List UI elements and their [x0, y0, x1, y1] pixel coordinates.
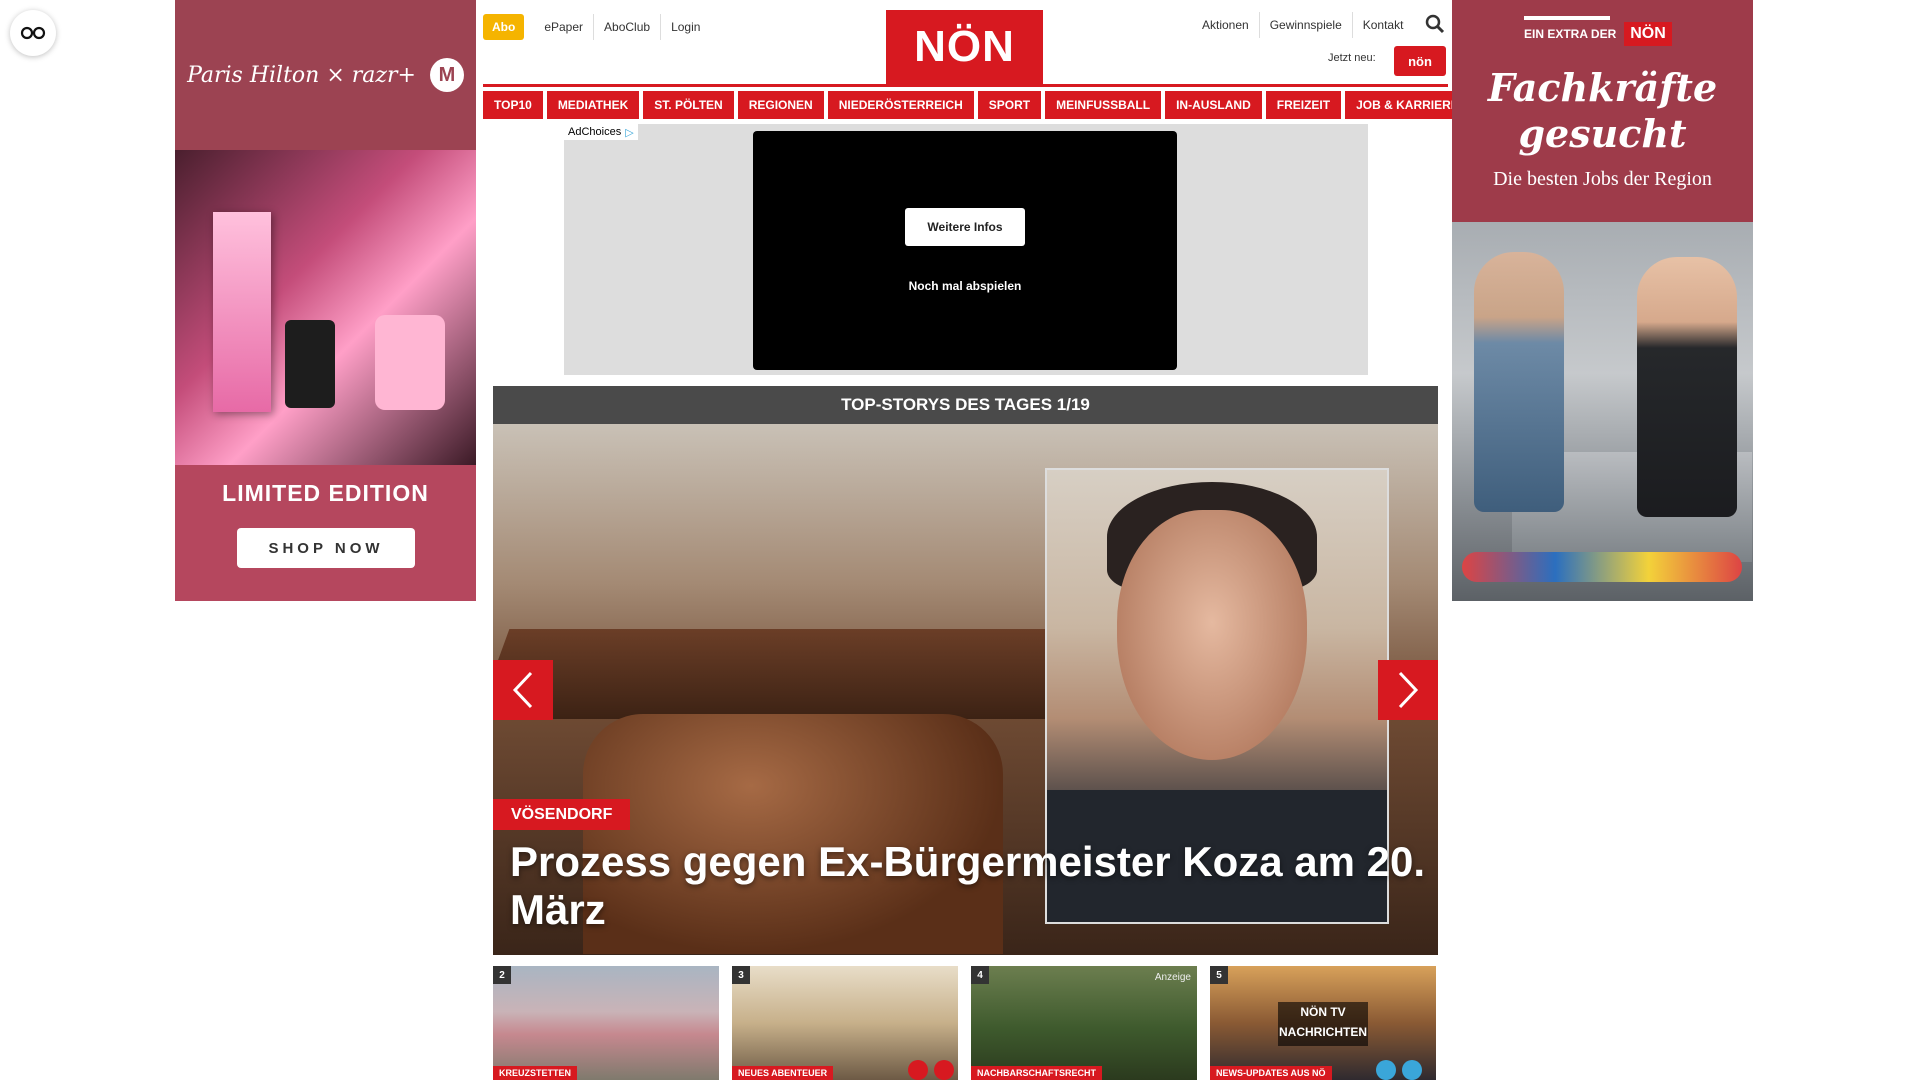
nav-item-mediathek[interactable]: MEDIATHEK: [546, 91, 640, 119]
nav-item-meinfussball[interactable]: MEINFUSSBALL: [1045, 91, 1162, 119]
top-utility-nav-left: Abo ePaper AboClub Login: [483, 14, 710, 40]
chevron-right-icon: [1398, 671, 1419, 709]
motorola-logo: M: [429, 58, 464, 92]
video-play-icon: [1402, 1060, 1422, 1080]
story-tag: NEWS-UPDATES AUS NÖ: [1210, 1066, 1332, 1080]
search-icon[interactable]: [1425, 14, 1447, 36]
video-play-icon: [934, 1060, 954, 1080]
story-thumb-4[interactable]: 4 Anzeige NACHBARSCHAFTSRECHT: [971, 966, 1197, 1080]
more-info-button[interactable]: Weitere Infos: [905, 208, 1025, 246]
nav-item-in-ausland[interactable]: IN-AUSLAND: [1165, 91, 1262, 119]
adchoices-icon: ▷: [625, 126, 634, 139]
replay-button[interactable]: Noch mal abspielen: [753, 279, 1177, 293]
story-thumb-5[interactable]: 5 NÖN TV NACHRICHTEN NEWS-UPDATES AUS NÖ: [1210, 966, 1436, 1080]
nav-item-top10[interactable]: TOP10: [483, 91, 543, 119]
noen-tv-overlay: NÖN TV NACHRICHTEN: [1278, 1002, 1368, 1046]
nav-item-regionen[interactable]: REGIONEN: [737, 91, 824, 119]
ad-headline: LIMITED EDITION: [222, 480, 429, 506]
privacy-settings-button[interactable]: [10, 10, 56, 56]
noen-logo[interactable]: NÖN: [886, 10, 1043, 84]
hero-story-tag[interactable]: VÖSENDORF: [493, 799, 631, 830]
carousel-next-button[interactable]: [1378, 660, 1438, 720]
carousel-prev-button[interactable]: [493, 660, 553, 720]
story-number: 5: [1210, 966, 1228, 984]
story-tag: NEUES ABENTEUER: [732, 1066, 834, 1080]
adchoices-label: AdChoices: [568, 126, 622, 138]
story-tag: KREUZSTETTEN: [493, 1066, 577, 1080]
ad-brand-header: Paris Hilton × razr+ M: [175, 0, 476, 150]
ad-workers-image: [1452, 222, 1753, 601]
header-divider: [483, 84, 1448, 87]
nav-item-niederoesterreich[interactable]: NIEDERÖSTERREICH: [827, 91, 974, 119]
gallery-icon: [1376, 1060, 1396, 1080]
ad-extra-label: EIN EXTRA DER NÖN: [1524, 16, 1672, 46]
aboclub-link[interactable]: AboClub: [594, 14, 662, 40]
story-thumb-2[interactable]: 2 KREUZSTETTEN: [493, 966, 719, 1080]
glasses-icon: [20, 26, 46, 40]
noen-tv-title: NÖN TV: [1300, 1005, 1346, 1019]
ad-noen-logo: NÖN: [1624, 22, 1672, 46]
chevron-left-icon: [512, 671, 533, 709]
ad-product-image: [175, 150, 476, 465]
aktionen-link[interactable]: Aktionen: [1192, 12, 1260, 38]
ad-subline: Die besten Jobs der Region: [1493, 168, 1712, 190]
right-skyscraper-ad[interactable]: EIN EXTRA DER NÖN Fachkräfte gesucht Die…: [1452, 0, 1753, 601]
noen-tv-subtitle: NACHRICHTEN: [1279, 1025, 1367, 1039]
top-utility-nav-right: Aktionen Gewinnspiele Kontakt: [1192, 12, 1413, 38]
meine-noen-logo[interactable]: nön: [1394, 46, 1446, 76]
nav-item-freizeit[interactable]: FREIZEIT: [1265, 91, 1342, 119]
story-number: 2: [493, 966, 511, 984]
ad-extra-text: EIN EXTRA DER: [1524, 27, 1617, 41]
ad-brand-text: Paris Hilton × razr+: [187, 62, 416, 88]
main-navigation: TOP10 MEDIATHEK ST. PÖLTEN REGIONEN NIED…: [483, 91, 1470, 119]
sponsored-badge: Anzeige: [1154, 972, 1191, 983]
adchoices-link[interactable]: AdChoices ▷: [564, 124, 638, 140]
story-number: 3: [732, 966, 750, 984]
ad-headline: Fachkräfte gesucht: [1487, 65, 1718, 156]
story-tag: NACHBARSCHAFTSRECHT: [971, 1066, 1102, 1080]
gewinnspiele-link[interactable]: Gewinnspiele: [1260, 12, 1353, 38]
story-thumb-3[interactable]: 3 NEUES ABENTEUER: [732, 966, 958, 1080]
nav-item-sport[interactable]: SPORT: [977, 91, 1042, 119]
jetzt-neu-label: Jetzt neu:: [1328, 52, 1376, 64]
kontakt-link[interactable]: Kontakt: [1353, 12, 1414, 38]
video-player[interactable]: [753, 131, 1177, 370]
left-skyscraper-ad[interactable]: Paris Hilton × razr+ M LIMITED EDITION S…: [175, 0, 476, 601]
epaper-link[interactable]: ePaper: [534, 14, 595, 40]
gallery-icon: [908, 1060, 928, 1080]
hero-story-title[interactable]: Prozess gegen Ex-Bürgermeister Koza am 2…: [510, 838, 1430, 934]
abo-button[interactable]: Abo: [483, 14, 525, 40]
login-link[interactable]: Login: [661, 14, 710, 40]
top-stories-heading: TOP-STORYS DES TAGES 1/19: [493, 386, 1438, 424]
story-number: 4: [971, 966, 989, 984]
nav-item-st-poelten[interactable]: ST. PÖLTEN: [643, 91, 734, 119]
shop-now-button[interactable]: SHOP NOW: [237, 528, 415, 568]
